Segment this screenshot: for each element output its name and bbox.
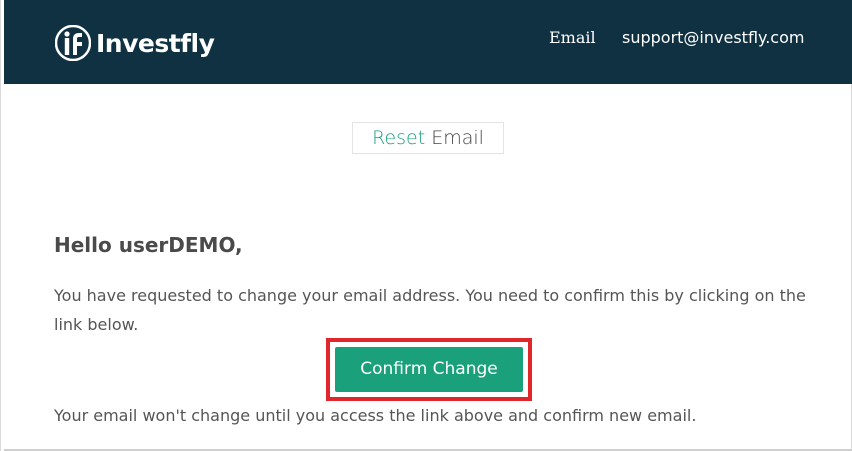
email-header: Investfly Email support@investfly.com [4,0,852,84]
title-accent: Reset [372,127,426,149]
footer-note: Your email won't change until you access… [54,406,697,425]
investfly-logo-icon [55,25,91,61]
confirm-change-button[interactable]: Confirm Change [335,347,523,392]
greeting-heading: Hello userDEMO, [54,233,243,257]
brand-name: Investfly [96,28,215,58]
nav-email-link[interactable]: Email [549,28,596,48]
request-message: You have requested to change your email … [54,286,806,334]
brand-logo[interactable]: Investfly [55,23,215,63]
page-title: Reset Email [352,122,504,154]
title-rest: Email [431,127,484,149]
email-frame: Investfly Email support@investfly.com Re… [0,0,852,451]
support-email-link[interactable]: support@investfly.com [622,28,804,48]
